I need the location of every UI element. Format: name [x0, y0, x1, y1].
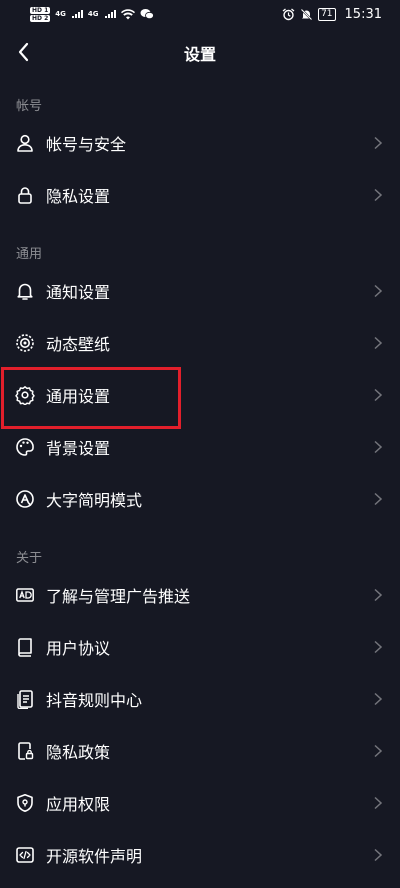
chevron-right-icon — [374, 388, 383, 402]
large-text-icon — [14, 488, 36, 510]
settings-item-label: 隐私政策 — [46, 743, 111, 762]
settings-item-app-permissions[interactable]: 应用权限 — [0, 777, 400, 829]
settings-item-privacy-policy[interactable]: 隐私政策 — [0, 725, 400, 777]
settings-item-label: 大字简明模式 — [46, 491, 143, 510]
settings-item-label: 了解与管理广告推送 — [46, 587, 191, 606]
signal-icon-2 — [104, 10, 116, 18]
settings-item-account-security[interactable]: 帐号与安全 — [0, 117, 400, 169]
section-label-account: 帐号 — [16, 99, 43, 114]
palette-icon — [14, 436, 36, 458]
chevron-right-icon — [374, 692, 383, 706]
mute-notification-icon — [300, 8, 313, 20]
book-icon — [14, 636, 36, 658]
settings-item-background[interactable]: 背景设置 — [0, 421, 400, 473]
settings-item-user-agreement[interactable]: 用户协议 — [0, 621, 400, 673]
settings-item-label: 开源软件声明 — [46, 847, 143, 866]
gear-icon — [14, 384, 36, 406]
signal-icon — [71, 10, 83, 18]
settings-item-label: 抖音规则中心 — [46, 691, 143, 710]
chevron-right-icon — [374, 796, 383, 810]
section-label-about: 关于 — [16, 551, 43, 566]
status-bar-left: HD 1 HD 2 4G 4G — [30, 6, 154, 22]
settings-item-label: 应用权限 — [46, 795, 111, 814]
settings-item-rules-center[interactable]: 抖音规则中心 — [0, 673, 400, 725]
chevron-right-icon — [374, 848, 383, 862]
settings-item-ad-management[interactable]: 了解与管理广告推送 — [0, 569, 400, 621]
settings-item-label: 用户协议 — [46, 639, 111, 658]
network-type-2: 4G — [87, 10, 99, 18]
settings-item-label: 通知设置 — [46, 283, 111, 302]
bell-icon — [14, 280, 36, 302]
settings-item-label: 动态壁纸 — [46, 335, 111, 354]
ad-icon — [14, 584, 36, 606]
chevron-right-icon — [374, 440, 383, 454]
privacy-doc-icon — [14, 740, 36, 762]
settings-item-general-settings[interactable]: 通用设置 — [0, 369, 400, 421]
sim2-hd-badge: HD 2 — [30, 14, 51, 22]
chevron-right-icon — [374, 588, 383, 602]
shield-icon — [14, 792, 36, 814]
wifi-icon — [120, 8, 135, 19]
chevron-right-icon — [374, 188, 383, 202]
status-bar-right: 71 15:31 — [282, 7, 382, 22]
wallpaper-icon — [14, 332, 36, 354]
settings-item-label: 帐号与安全 — [46, 135, 127, 154]
settings-item-notifications[interactable]: 通知设置 — [0, 265, 400, 317]
sim-indicators: HD 1 HD 2 — [30, 6, 51, 22]
clock: 15:31 — [344, 6, 382, 22]
rules-doc-icon — [14, 688, 36, 710]
chevron-right-icon — [374, 640, 383, 654]
sim1-hd-badge: HD 1 — [30, 6, 51, 14]
settings-item-privacy-settings[interactable]: 隐私设置 — [0, 169, 400, 221]
settings-item-open-source-notice[interactable]: 开源软件声明 — [0, 829, 400, 881]
alarm-icon — [282, 7, 295, 20]
settings-item-live-wallpaper[interactable]: 动态壁纸 — [0, 317, 400, 369]
chevron-right-icon — [374, 284, 383, 298]
chevron-right-icon — [374, 336, 383, 350]
nav-header: 设置 — [0, 28, 400, 76]
wechat-icon — [140, 9, 154, 20]
settings-item-label: 背景设置 — [46, 439, 111, 458]
chevron-right-icon — [374, 492, 383, 506]
page-title: 设置 — [183, 45, 216, 64]
battery-indicator: 71 — [318, 7, 336, 21]
status-bar: HD 1 HD 2 4G 4G 71 15:31 — [0, 0, 400, 28]
chevron-right-icon — [374, 744, 383, 758]
settings-item-label: 通用设置 — [46, 387, 111, 406]
network-type-1: 4G — [55, 10, 66, 18]
section-label-general: 通用 — [16, 247, 43, 262]
code-icon — [14, 844, 36, 866]
chevron-right-icon — [374, 136, 383, 150]
lock-icon — [14, 184, 36, 206]
settings-item-large-text-mode[interactable]: 大字简明模式 — [0, 473, 400, 525]
settings-item-label: 隐私设置 — [46, 187, 111, 206]
user-icon — [14, 132, 36, 154]
